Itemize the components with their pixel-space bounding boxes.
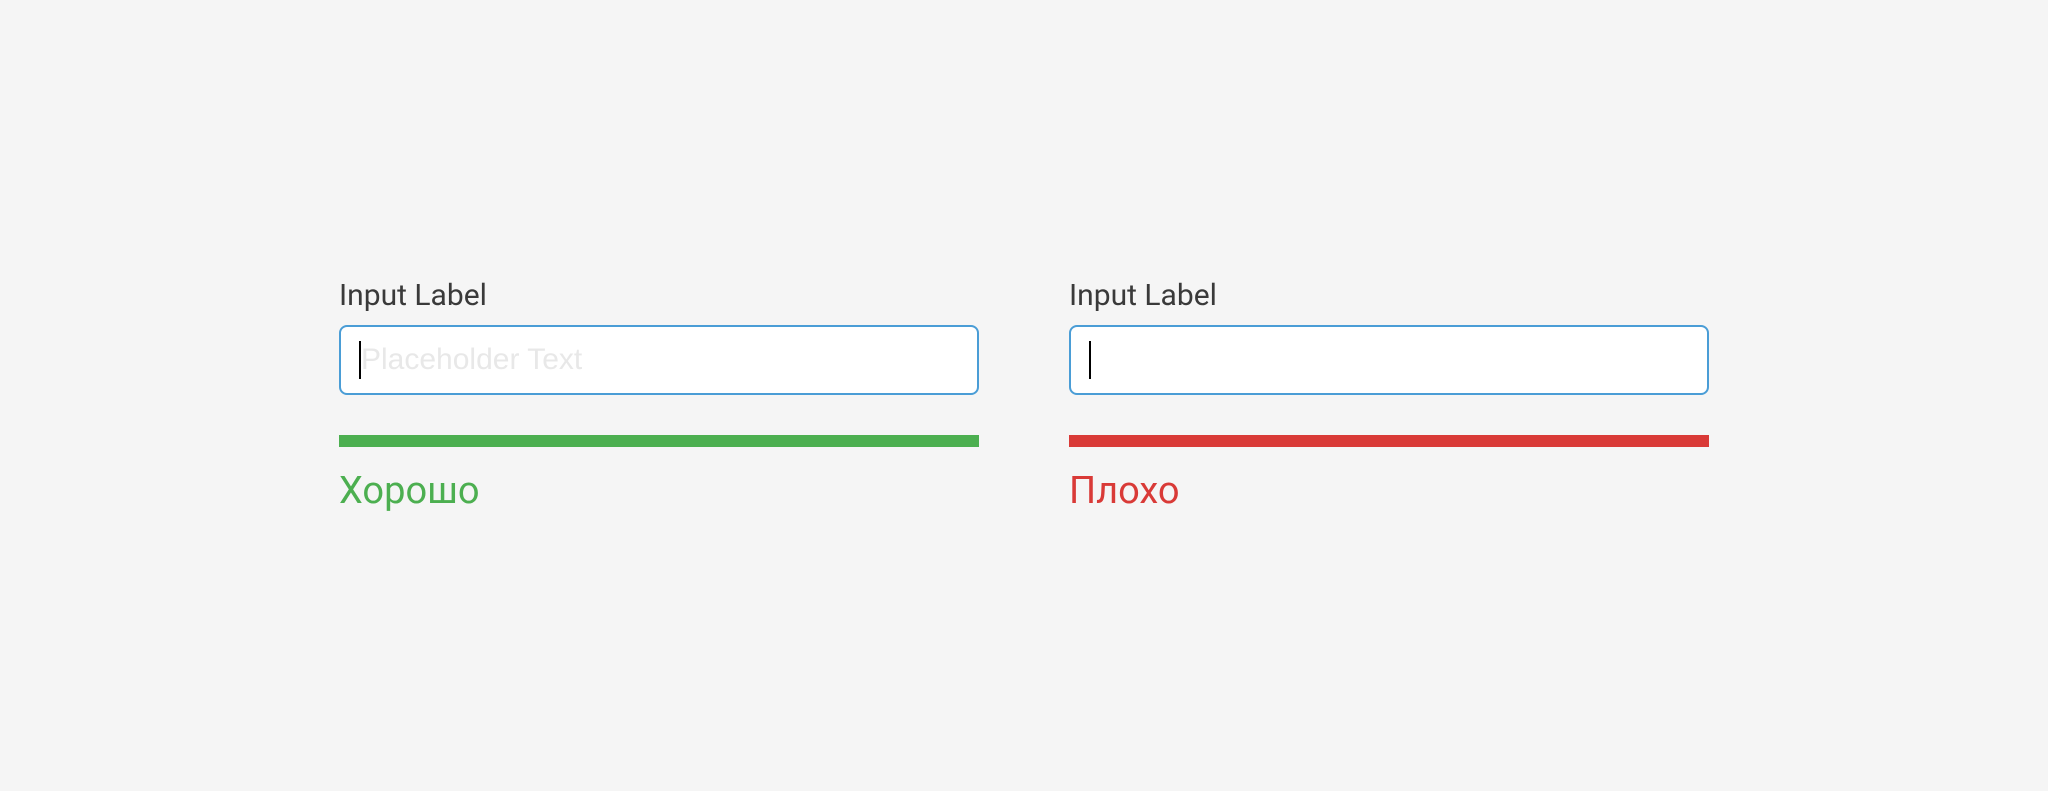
status-bar-good [339, 435, 979, 447]
input-label-good: Input Label [339, 278, 979, 313]
input-wrapper-good [339, 325, 979, 395]
status-label-bad: Плохо [1069, 469, 1709, 513]
status-bar-bad [1069, 435, 1709, 447]
bad-example: Input Label Плохо [1069, 278, 1709, 513]
input-wrapper-bad [1069, 325, 1709, 395]
input-label-bad: Input Label [1069, 278, 1709, 313]
text-input-good[interactable] [339, 325, 979, 395]
status-label-good: Хорошо [339, 469, 979, 513]
good-example: Input Label Хорошо [339, 278, 979, 513]
text-input-bad[interactable] [1069, 325, 1709, 395]
